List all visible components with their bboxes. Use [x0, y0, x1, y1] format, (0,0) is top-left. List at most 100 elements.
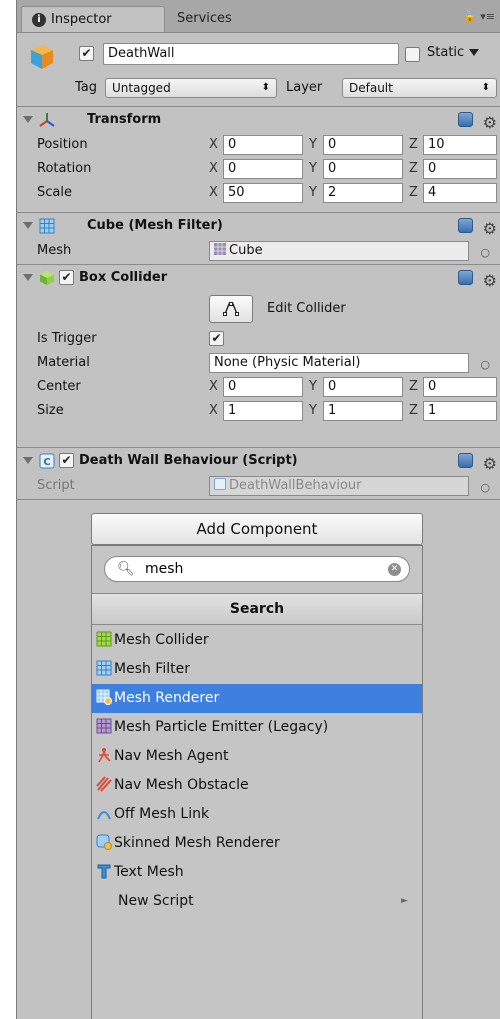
script-icon: C	[39, 453, 55, 469]
transform-header[interactable]: Transform ⚙	[17, 107, 500, 133]
x-label: X	[209, 161, 218, 176]
rotation-x-field[interactable]: 0	[223, 159, 303, 179]
list-item-new-script[interactable]: New Script ►	[92, 887, 422, 916]
rotation-z-field[interactable]: 0	[423, 159, 497, 179]
script-title: Death Wall Behaviour (Script)	[79, 453, 298, 468]
layer-dropdown[interactable]: Default ⬍	[342, 78, 497, 98]
clear-search-icon[interactable]: ✕	[388, 563, 401, 576]
list-item-mesh-collider[interactable]: Mesh Collider	[92, 626, 422, 655]
size-x-field[interactable]: 1	[223, 401, 303, 421]
x-label: X	[209, 379, 218, 394]
list-item-nav-mesh-agent[interactable]: Nav Mesh Agent	[92, 742, 422, 771]
add-component-button[interactable]: Add Component	[91, 513, 423, 545]
box-collider-title: Box Collider	[79, 270, 168, 285]
search-icon: 🔍︎	[117, 561, 135, 577]
list-item-mesh-renderer[interactable]: Mesh Renderer	[92, 684, 422, 713]
help-book-icon[interactable]	[458, 270, 473, 285]
layer-label: Layer	[286, 80, 323, 95]
position-y-field[interactable]: 0	[323, 135, 403, 155]
tab-inspector[interactable]: i Inspector	[21, 6, 165, 32]
z-label: Z	[409, 185, 418, 200]
edit-collider-row: Edit Collider	[17, 291, 500, 327]
help-book-icon[interactable]	[458, 453, 473, 468]
script-file-icon	[214, 478, 226, 490]
scale-label: Scale	[37, 185, 72, 200]
inspector-window: i Inspector Services 🔒 ▾≡ ✔ DeathWall Sta…	[16, 0, 500, 1019]
list-item-off-mesh-link[interactable]: Off Mesh Link	[92, 800, 422, 829]
script-header[interactable]: C ✔ Death Wall Behaviour (Script) ⚙	[17, 448, 500, 474]
center-x-field[interactable]: 0	[223, 377, 303, 397]
is-trigger-label: Is Trigger	[37, 331, 97, 346]
position-x-field[interactable]: 0	[223, 135, 303, 155]
y-label: Y	[309, 161, 317, 176]
list-item-mesh-particle-emitter[interactable]: Mesh Particle Emitter (Legacy)	[92, 713, 422, 742]
object-picker-icon[interactable]: ○	[480, 356, 490, 374]
add-component-dropdown: 🔍︎ ✕ Search Mesh Collider Mesh Filter Me…	[91, 545, 423, 1019]
static-dropdown[interactable]: Static	[427, 45, 480, 60]
mesh-filter-icon	[96, 660, 112, 676]
text-mesh-icon	[97, 864, 111, 879]
x-label: X	[209, 185, 218, 200]
static-checkbox[interactable]	[405, 47, 420, 62]
z-label: Z	[409, 161, 418, 176]
y-label: Y	[309, 379, 317, 394]
rotation-label: Rotation	[37, 161, 92, 176]
tab-services[interactable]: Services	[167, 6, 277, 32]
foldout-arrow-icon[interactable]	[23, 457, 33, 464]
position-z-field[interactable]: 10	[423, 135, 497, 155]
tag-dropdown[interactable]: Untagged ⬍	[105, 78, 277, 98]
script-enabled-checkbox[interactable]: ✔	[59, 453, 74, 468]
list-item-skinned-mesh-renderer[interactable]: Skinned Mesh Renderer	[92, 829, 422, 858]
mesh-grid-icon	[214, 243, 226, 255]
box-collider-header[interactable]: ✔ Box Collider ⚙	[17, 265, 500, 291]
foldout-arrow-icon[interactable]	[23, 116, 33, 123]
component-divider	[17, 499, 500, 500]
mesh-filter-header[interactable]: Cube (Mesh Filter) ⚙	[17, 213, 500, 239]
size-z-field[interactable]: 1	[423, 401, 497, 421]
object-picker-icon[interactable]: ○	[480, 244, 490, 262]
list-item-nav-mesh-obstacle[interactable]: Nav Mesh Obstacle	[92, 771, 422, 800]
mesh-filter-title: Cube (Mesh Filter)	[87, 218, 223, 233]
is-trigger-checkbox[interactable]: ✔	[209, 331, 224, 346]
foldout-arrow-icon[interactable]	[23, 222, 33, 229]
mesh-object-field[interactable]: Cube ○	[209, 241, 490, 261]
size-y-field[interactable]: 1	[323, 401, 403, 421]
particle-emitter-icon	[96, 718, 112, 734]
center-label: Center	[37, 379, 81, 394]
edit-collider-button[interactable]	[209, 295, 253, 323]
object-picker-icon: ○	[480, 481, 490, 494]
is-trigger-row: Is Trigger ✔	[17, 327, 500, 351]
list-item-text-mesh[interactable]: Text Mesh	[92, 858, 422, 887]
edit-collider-label: Edit Collider	[267, 301, 346, 316]
box-collider-enabled-checkbox[interactable]: ✔	[59, 270, 74, 285]
mesh-renderer-icon	[96, 689, 112, 705]
submenu-arrow-icon: ►	[401, 896, 408, 906]
y-label: Y	[309, 185, 317, 200]
component-search-input[interactable]	[145, 559, 375, 579]
scale-y-field[interactable]: 2	[323, 183, 403, 203]
foldout-arrow-icon[interactable]	[23, 274, 33, 281]
center-y-field[interactable]: 0	[323, 377, 403, 397]
center-z-field[interactable]: 0	[423, 377, 497, 397]
scale-x-field[interactable]: 50	[223, 183, 303, 203]
x-label: X	[209, 137, 218, 152]
updown-icon: ⬍	[261, 82, 270, 93]
material-object-field[interactable]: None (Physic Material) ○	[209, 353, 490, 373]
material-label: Material	[37, 355, 90, 370]
lock-menu-icon[interactable]: 🔒 ▾≡	[463, 10, 495, 23]
rotation-y-field[interactable]: 0	[323, 159, 403, 179]
scale-z-field[interactable]: 4	[423, 183, 497, 203]
gameobject-name-field[interactable]: DeathWall	[103, 43, 399, 65]
rotation-row: Rotation X 0 Y 0 Z 0	[17, 157, 500, 181]
size-label: Size	[37, 403, 64, 418]
component-search-box[interactable]: 🔍︎ ✕	[104, 556, 410, 582]
active-checkbox[interactable]: ✔	[79, 46, 94, 61]
help-book-icon[interactable]	[458, 112, 473, 127]
mesh-collider-icon	[96, 631, 112, 647]
help-book-icon[interactable]	[458, 218, 473, 233]
gameobject-cube-icon	[31, 45, 53, 69]
list-item-mesh-filter[interactable]: Mesh Filter	[92, 655, 422, 684]
mesh-filter-icon	[39, 218, 55, 234]
mesh-label: Mesh	[37, 243, 72, 258]
edit-collider-icon	[223, 301, 239, 316]
